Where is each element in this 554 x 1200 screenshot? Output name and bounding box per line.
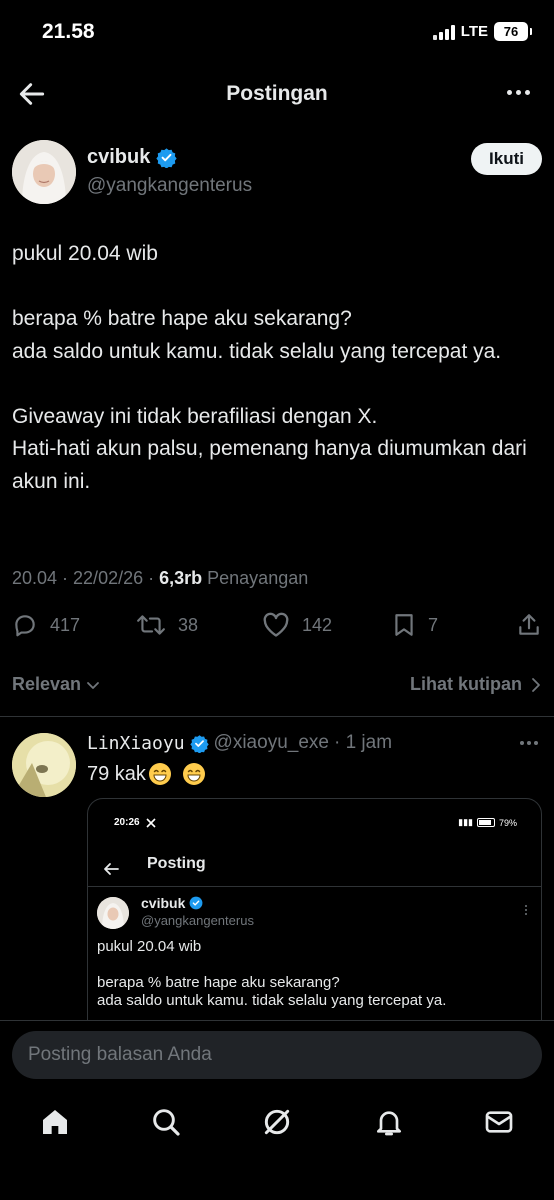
avatar-image xyxy=(12,140,76,204)
status-indicators: LTE 76 xyxy=(432,22,532,41)
avatar-image xyxy=(97,897,129,929)
network-label: LTE xyxy=(460,23,488,40)
notifications-icon xyxy=(377,1111,401,1136)
embed-battery-icon xyxy=(476,818,495,827)
embed-tweet-text: pukul 20.04 wib berapa % batre hape aku … xyxy=(97,938,447,1009)
reply-button[interactable]: 417 xyxy=(12,612,80,638)
reply-author-handle[interactable]: @xiaoyu_exe xyxy=(214,732,329,754)
embed-signal-icon: ▮▮▮ xyxy=(458,817,473,827)
verified-badge-icon xyxy=(189,734,209,753)
verified-badge-icon xyxy=(189,896,203,910)
nav-grok[interactable] xyxy=(261,1106,293,1138)
nav-home[interactable] xyxy=(39,1106,71,1138)
reply-text: 79 kak xyxy=(87,762,206,786)
messages-icon xyxy=(485,1111,513,1133)
dot-icon xyxy=(534,741,538,745)
reply-item[interactable]: LinXiaoyu @xiaoyu_exe · 1 jam 79 kak 20:… xyxy=(12,730,542,1038)
verified-badge-icon xyxy=(156,148,178,168)
embed-title: Posting xyxy=(147,855,206,872)
reply-text-content: 79 kak xyxy=(87,762,146,785)
heart-icon xyxy=(263,612,289,637)
grinning-emoji-icon xyxy=(182,763,205,785)
dot-icon xyxy=(507,90,512,95)
page-title: Postingan xyxy=(226,82,328,105)
embed-more-icon xyxy=(525,905,527,915)
grinning-emoji-icon xyxy=(148,763,171,785)
grok-icon xyxy=(264,1109,290,1135)
repost-button[interactable]: 38 xyxy=(136,612,198,638)
tweet-actions: 417 38 142 7 xyxy=(12,612,542,644)
embed-battery-text: 79% xyxy=(498,817,517,828)
status-time: 21.58 xyxy=(42,20,95,43)
embed-author-name: cvibuk xyxy=(141,895,203,911)
embed-status-indicators: ▮▮▮ 79% xyxy=(458,817,517,828)
author-handle[interactable]: @yangkangenterus xyxy=(87,175,252,197)
view-quotes-label: Lihat kutipan xyxy=(410,674,522,694)
divider xyxy=(0,716,554,717)
author-row: cvibuk @yangkangenterus Ikuti xyxy=(12,140,542,204)
embed-author-name-text: cvibuk xyxy=(141,895,186,911)
dot-icon xyxy=(520,741,524,745)
nav-messages[interactable] xyxy=(483,1106,515,1138)
reply-composer[interactable] xyxy=(12,1031,542,1079)
nav-notifications[interactable] xyxy=(373,1106,405,1138)
search-icon xyxy=(153,1109,180,1136)
reply-icon xyxy=(15,615,35,637)
tweet-text: pukul 20.04 wib berapa % batre hape aku … xyxy=(12,242,527,493)
more-options-button[interactable] xyxy=(507,90,530,95)
reply-avatar[interactable] xyxy=(12,733,76,797)
back-arrow-icon xyxy=(104,863,119,875)
embed-time-text: 20:26 xyxy=(114,817,140,828)
follow-button[interactable]: Ikuti xyxy=(471,143,542,175)
view-quotes-link[interactable]: Lihat kutipan xyxy=(410,674,542,695)
share-icon xyxy=(519,614,539,635)
reply-more-button[interactable] xyxy=(520,741,538,745)
replies-sort-bar: Relevan Lihat kutipan xyxy=(12,672,542,700)
view-count[interactable]: 6,3rb xyxy=(159,568,202,588)
dot-icon xyxy=(516,90,521,95)
embed-status-time: 20:26 xyxy=(114,817,156,828)
x-logo-icon xyxy=(146,817,156,828)
signal-icon xyxy=(432,24,455,40)
sort-dropdown[interactable]: Relevan xyxy=(12,674,101,695)
reply-author-name[interactable]: LinXiaoyu xyxy=(87,733,185,754)
like-button[interactable]: 142 xyxy=(262,612,332,638)
embed-header: Posting xyxy=(88,849,541,887)
tweet-meta: 20.04 · 22/02/26 · 6,3rb Penayangan xyxy=(12,568,308,589)
like-count: 142 xyxy=(302,614,333,635)
tweet-timestamp[interactable]: 20.04 · 22/02/26 · xyxy=(12,568,159,588)
bookmark-icon xyxy=(395,614,413,636)
author-name[interactable]: cvibuk xyxy=(87,146,178,169)
author-name-text: cvibuk xyxy=(87,146,151,168)
embed-author-handle: @yangkangenterus xyxy=(141,913,254,928)
author-avatar[interactable] xyxy=(12,140,76,204)
avatar-image xyxy=(12,733,76,797)
bookmark-count: 7 xyxy=(428,614,439,635)
views-label: Penayangan xyxy=(202,568,309,588)
sort-label: Relevan xyxy=(12,674,82,694)
bottom-navigation xyxy=(0,1096,554,1148)
battery-icon: 76 xyxy=(494,22,532,41)
reply-attached-image[interactable]: 20:26 ▮▮▮ 79% Posting cvibuk @yangkangen… xyxy=(87,798,542,1038)
reply-time: · 1 jam xyxy=(333,732,393,753)
status-bar: 21.58 LTE 76 xyxy=(0,0,554,64)
top-app-bar: Postingan xyxy=(0,64,554,124)
nav-search[interactable] xyxy=(150,1106,182,1138)
chevron-down-icon xyxy=(87,681,99,689)
reply-input[interactable] xyxy=(28,1031,528,1079)
reply-count: 417 xyxy=(50,614,81,635)
chevron-right-icon xyxy=(532,677,540,692)
share-button[interactable] xyxy=(516,612,542,638)
bookmark-button[interactable]: 7 xyxy=(392,612,438,638)
embed-avatar xyxy=(97,897,129,929)
dot-icon xyxy=(527,741,531,745)
dot-icon xyxy=(525,90,530,95)
repost-icon xyxy=(137,615,165,635)
repost-count: 38 xyxy=(178,614,199,635)
reply-header: LinXiaoyu @xiaoyu_exe · 1 jam xyxy=(87,732,392,754)
home-icon xyxy=(43,1110,67,1134)
